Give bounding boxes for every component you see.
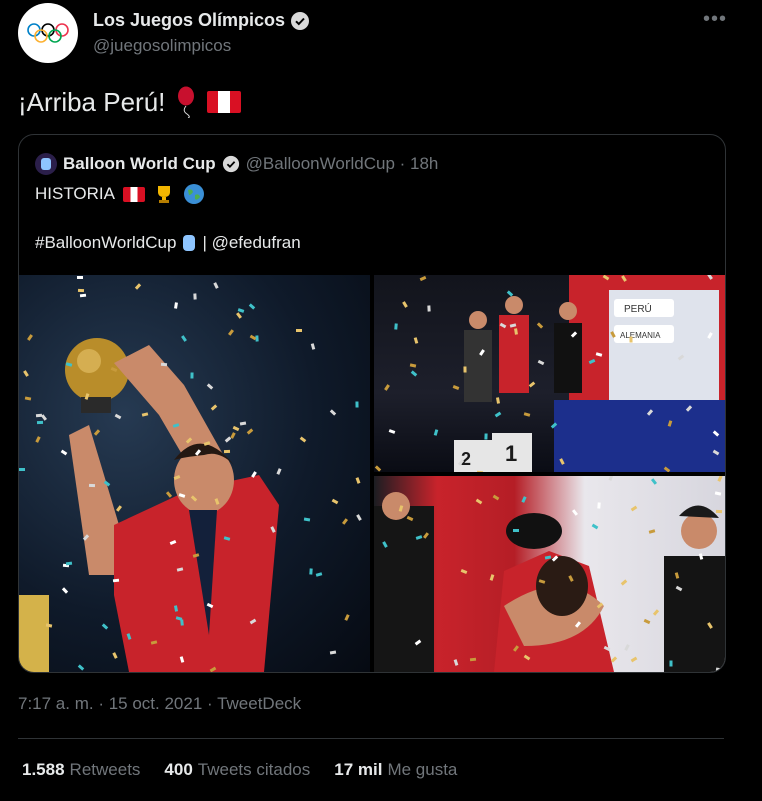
- banner-peru: PERÚ: [624, 302, 652, 315]
- trophy-icon: [157, 186, 170, 203]
- stats-bar: 1.588 Retweets 400 Tweets citados 17 mil…: [22, 760, 457, 780]
- balloon-world-cup-logo-icon: [41, 158, 51, 170]
- confetti-piece: [463, 366, 467, 373]
- confetti-piece: [484, 433, 488, 440]
- confetti-piece: [223, 449, 231, 454]
- quoted-header: Balloon World Cup @BalloonWorldCup · 18h: [35, 153, 438, 175]
- avatar[interactable]: [18, 3, 78, 63]
- quote-tweets-count: 400: [164, 760, 193, 779]
- confetti-piece: [19, 468, 25, 471]
- quoted-text-line1: HISTORIA: [35, 183, 205, 205]
- confetti-piece: [296, 329, 302, 332]
- confetti-piece: [77, 288, 85, 293]
- peru-flag-icon: [207, 91, 242, 113]
- author-handle[interactable]: @juegosolimpicos: [93, 36, 231, 56]
- retweets-label: Retweets: [69, 760, 141, 779]
- confetti-piece: [112, 578, 120, 583]
- more-options-icon[interactable]: •••: [703, 8, 727, 31]
- photo-grid: 2 1 PERÚ ALEMANIA: [19, 275, 725, 672]
- confetti-piece: [715, 509, 723, 514]
- confetti-piece: [476, 470, 484, 472]
- retweets-stat[interactable]: 1.588 Retweets: [22, 760, 140, 780]
- balloon-world-cup-logo-icon: [183, 235, 196, 251]
- confetti-piece: [629, 336, 633, 343]
- quoted-author-handle[interactable]: @BalloonWorldCup · 18h: [246, 154, 439, 174]
- confetti-piece: [88, 483, 96, 488]
- quoted-text-line2: #BalloonWorldCup | @efedufran: [35, 233, 301, 253]
- confetti-piece: [309, 568, 313, 575]
- tweet-text-content: ¡Arriba Perú!: [18, 86, 166, 117]
- podium-number-1: 1: [505, 441, 517, 466]
- tweet-text: ¡Arriba Perú!: [18, 86, 242, 118]
- hashtag-link[interactable]: #BalloonWorldCup: [35, 233, 176, 253]
- banner-alemania: ALEMANIA: [620, 331, 661, 340]
- globe-icon: [183, 184, 204, 204]
- verified-badge-icon: [291, 11, 310, 30]
- quoted-text: HISTORIA: [35, 184, 115, 203]
- photo-trophy-winner[interactable]: [19, 275, 370, 672]
- confetti-piece: [355, 401, 359, 408]
- photo-podium[interactable]: 2 1 PERÚ ALEMANIA: [374, 275, 725, 472]
- retweets-count: 1.588: [22, 760, 65, 779]
- photo-embrace[interactable]: [374, 476, 725, 672]
- quoted-tweet[interactable]: Balloon World Cup @BalloonWorldCup · 18h…: [18, 134, 726, 673]
- confetti-piece: [394, 323, 398, 330]
- peru-flag-icon: [122, 186, 145, 202]
- trophy-winner-illustration: [19, 338, 279, 672]
- confetti-piece: [190, 372, 194, 379]
- quote-tweets-stat[interactable]: 400 Tweets citados: [164, 760, 310, 780]
- likes-label: Me gusta: [387, 760, 458, 779]
- author-name[interactable]: Los Juegos Olímpicos: [93, 10, 310, 31]
- quoted-avatar[interactable]: [35, 153, 57, 175]
- author-name-text[interactable]: Los Juegos Olímpicos: [93, 10, 285, 31]
- likes-stat[interactable]: 17 mil Me gusta: [334, 760, 457, 780]
- quote-tweets-label: Tweets citados: [197, 760, 311, 779]
- mention-link[interactable]: | @efedufran: [202, 233, 300, 253]
- confetti-piece: [427, 305, 431, 312]
- confetti-piece: [469, 657, 477, 662]
- olympic-rings-icon: [27, 23, 69, 43]
- confetti-piece: [669, 660, 673, 667]
- likes-count: 17 mil: [334, 760, 383, 779]
- confetti-piece: [36, 420, 44, 425]
- quoted-author-name[interactable]: Balloon World Cup: [63, 154, 216, 174]
- podium-illustration: 2 1 PERÚ ALEMANIA: [454, 275, 725, 472]
- tweet-meta[interactable]: 7:17 a. m. · 15 oct. 2021 · TweetDeck: [18, 694, 301, 714]
- confetti-piece: [597, 502, 601, 509]
- divider: [18, 738, 724, 739]
- confetti-piece: [76, 275, 84, 280]
- verified-badge-icon: [222, 155, 239, 173]
- embrace-illustration: [374, 492, 725, 672]
- balloon-icon: [178, 86, 195, 118]
- confetti-piece: [160, 362, 168, 367]
- confetti-piece: [35, 413, 43, 418]
- confetti-piece: [193, 293, 197, 300]
- confetti-piece: [513, 529, 519, 532]
- confetti-piece: [79, 293, 87, 298]
